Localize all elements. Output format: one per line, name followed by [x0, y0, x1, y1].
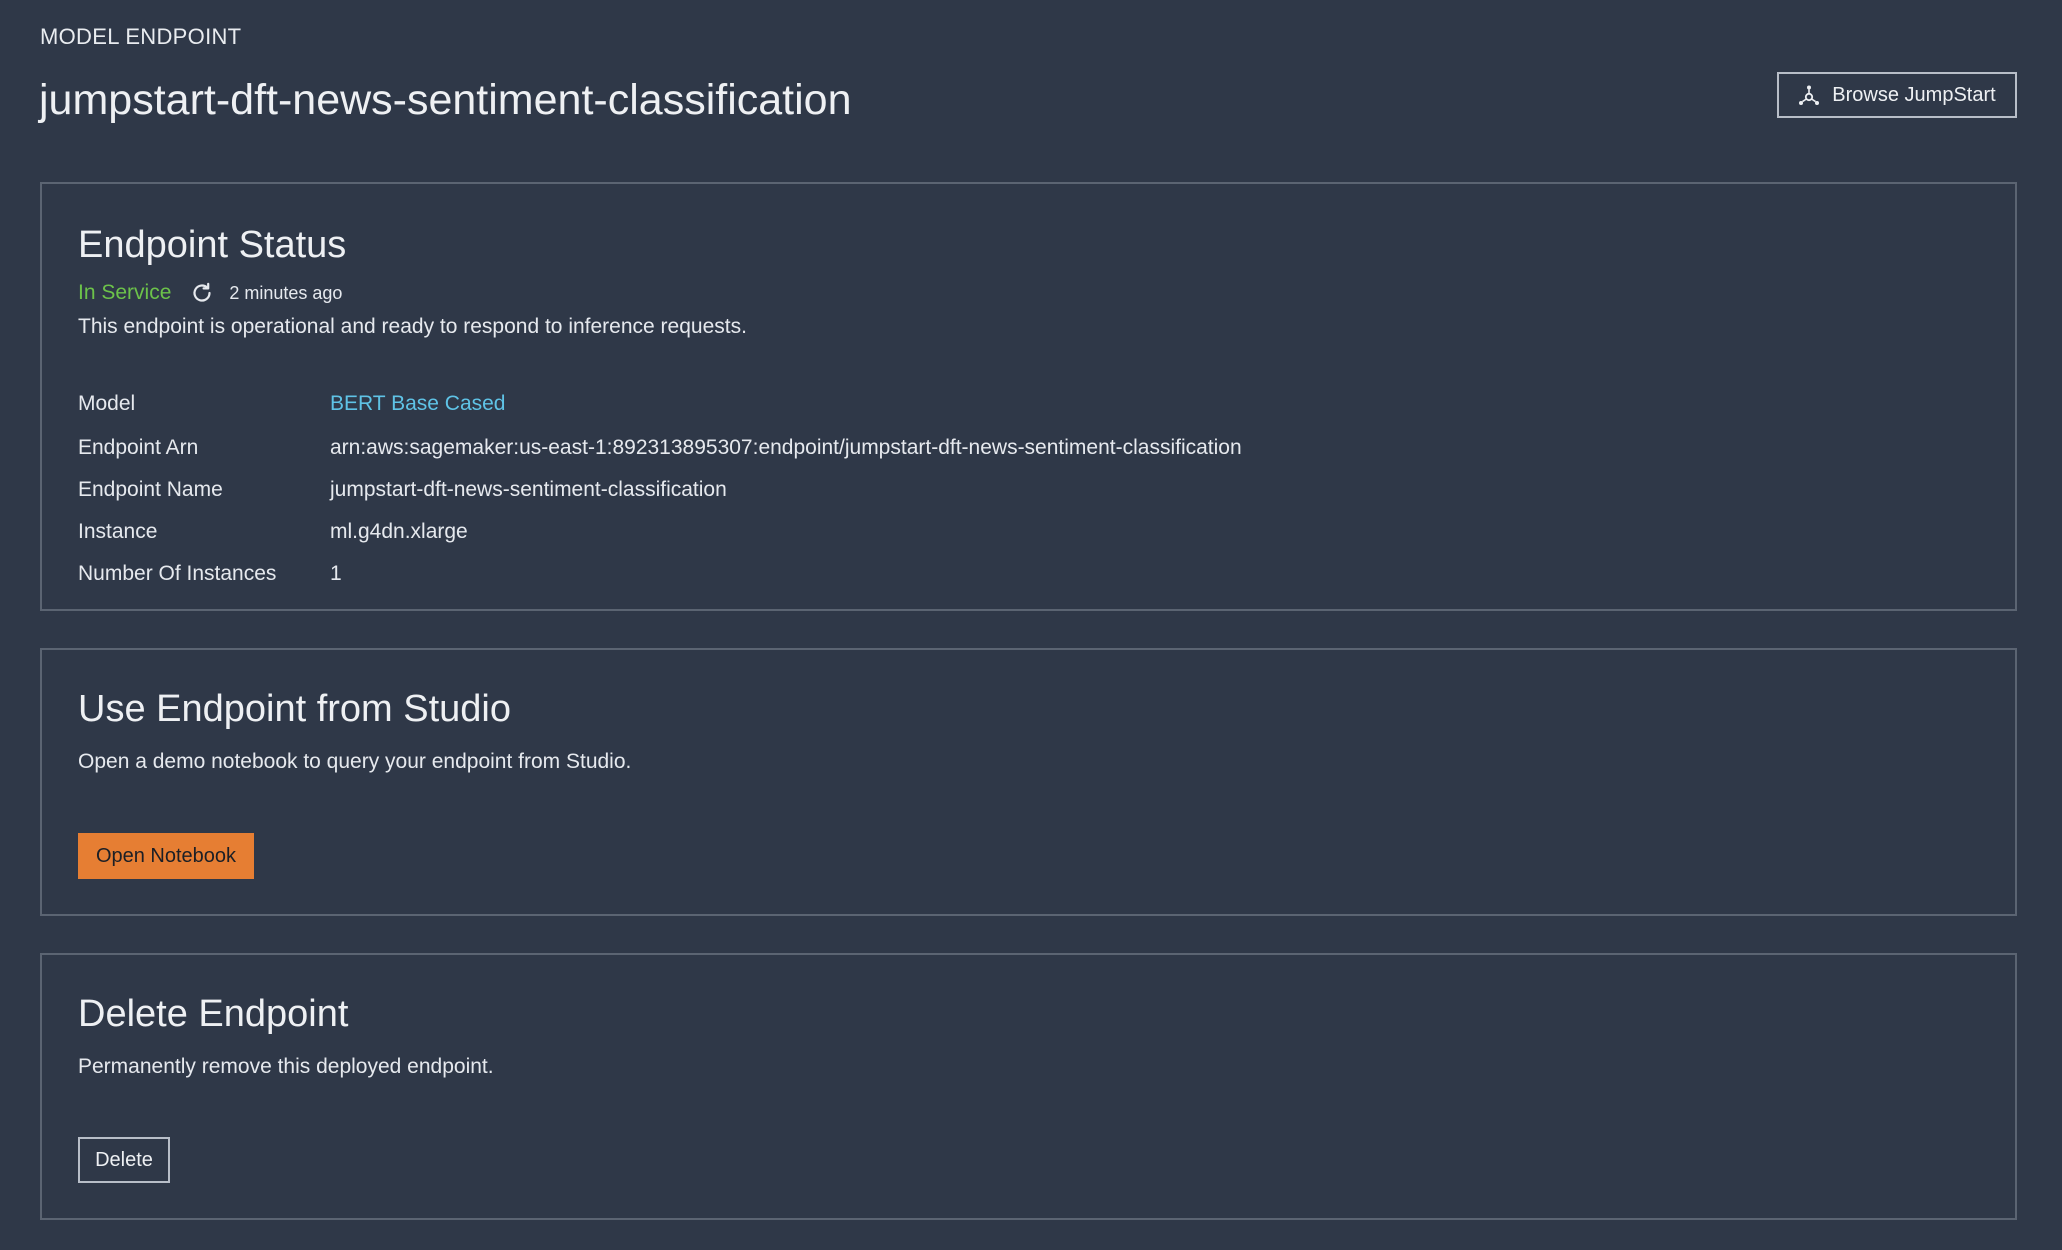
- delete-endpoint-description: Permanently remove this deployed endpoin…: [78, 1055, 494, 1078]
- detail-value: jumpstart-dft-news-sentiment-classificat…: [330, 478, 727, 501]
- delete-button[interactable]: Delete: [78, 1137, 170, 1183]
- status-badge: In Service: [78, 281, 172, 304]
- detail-label: Number Of Instances: [78, 562, 277, 585]
- jumpstart-network-icon: [1798, 84, 1820, 106]
- detail-value: arn:aws:sagemaker:us-east-1:892313895307…: [330, 436, 1242, 459]
- last-updated-text: 2 minutes ago: [229, 282, 343, 303]
- open-notebook-button[interactable]: Open Notebook: [78, 833, 254, 879]
- endpoint-status-heading: Endpoint Status: [78, 224, 347, 266]
- page-title: jumpstart-dft-news-sentiment-classificat…: [39, 76, 852, 124]
- delete-endpoint-heading: Delete Endpoint: [78, 993, 349, 1035]
- delete-endpoint-card: Delete Endpoint Permanently remove this …: [40, 953, 2017, 1220]
- page-eyebrow: MODEL ENDPOINT: [40, 24, 242, 49]
- browse-jumpstart-label: Browse JumpStart: [1832, 83, 1996, 106]
- model-link[interactable]: BERT Base Cased: [330, 392, 506, 416]
- detail-label: Model: [78, 392, 136, 415]
- detail-value: 1: [330, 562, 342, 585]
- use-endpoint-heading: Use Endpoint from Studio: [78, 688, 512, 730]
- detail-label: Instance: [78, 520, 158, 543]
- detail-value: ml.g4dn.xlarge: [330, 520, 468, 543]
- use-endpoint-card: Use Endpoint from Studio Open a demo not…: [40, 648, 2017, 916]
- endpoint-status-card: Endpoint Status In Service 2 minutes ago…: [40, 182, 2017, 611]
- browse-jumpstart-button[interactable]: Browse JumpStart: [1777, 72, 2017, 118]
- use-endpoint-description: Open a demo notebook to query your endpo…: [78, 750, 632, 773]
- detail-label: Endpoint Arn: [78, 436, 199, 459]
- refresh-icon[interactable]: [189, 280, 215, 306]
- endpoint-status-description: This endpoint is operational and ready t…: [78, 315, 747, 338]
- detail-label: Endpoint Name: [78, 478, 223, 501]
- status-line: In Service 2 minutes ago: [78, 280, 342, 306]
